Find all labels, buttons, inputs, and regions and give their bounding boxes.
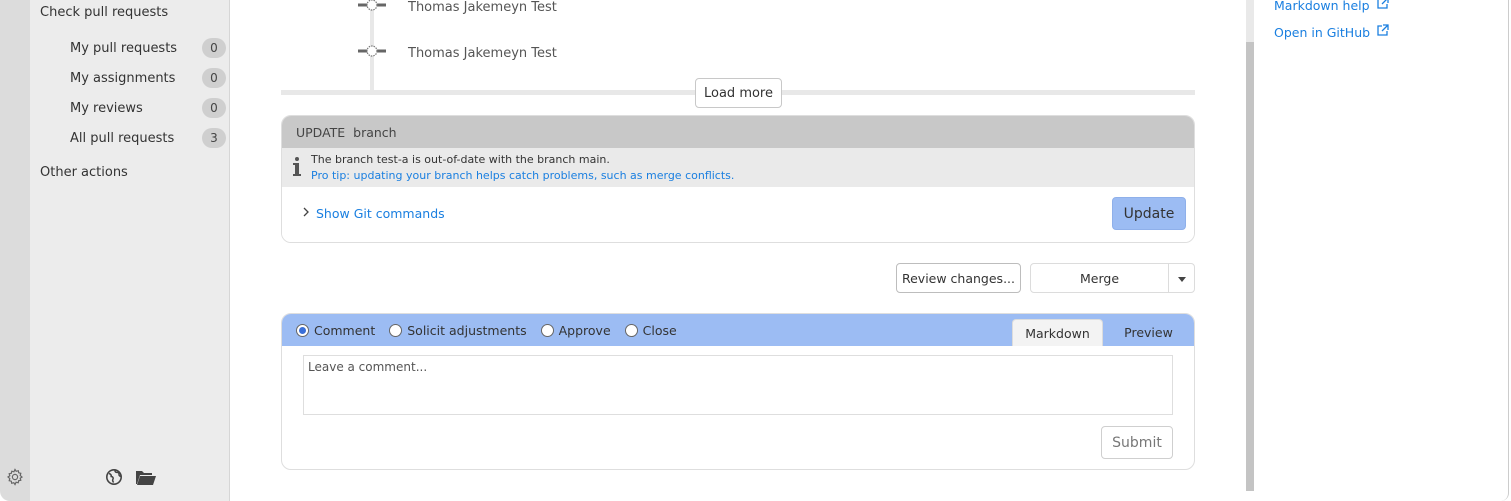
radio-button[interactable] [296, 323, 309, 337]
count-badge: 0 [202, 68, 226, 88]
info-icon [292, 156, 302, 178]
show-git-commands-label: Show Git commands [316, 206, 445, 221]
main-scrollbar[interactable] [1246, 0, 1254, 491]
radio-comment[interactable]: Comment [296, 323, 375, 338]
load-more-button[interactable]: Load more [695, 78, 782, 108]
update-branch-title-text: UPDATE branch [296, 124, 397, 140]
commit-item[interactable]: Thomas Jakemeyn Test [358, 42, 557, 64]
check-pull-requests-heading[interactable]: Check pull requests [40, 5, 168, 20]
radio-button[interactable] [389, 323, 403, 337]
sidebar-item-label: My pull requests [70, 40, 178, 56]
radio-label: Solicit adjustments [407, 322, 527, 338]
open-in-github-link[interactable]: Open in GitHub [1274, 24, 1389, 41]
external-link-icon [1376, 24, 1389, 41]
count-badge: 0 [202, 98, 226, 118]
update-branch-body: Show Git commands Update [282, 187, 1194, 242]
settings-icon[interactable] [6, 468, 24, 486]
sidebar: Check pull requests My pull requests 0 M… [30, 0, 230, 501]
radio-close[interactable]: Close [624, 322, 677, 338]
radio-label: Comment [314, 322, 376, 338]
tab-markdown[interactable]: Markdown [1012, 319, 1103, 346]
review-type-radios: Comment Solicit adjustments Approve Clos… [296, 314, 691, 346]
external-link-icon [1376, 0, 1389, 14]
radio-button[interactable] [624, 323, 638, 337]
pro-tip-link[interactable]: Pro tip: updating your branch helps catc… [311, 169, 734, 182]
update-branch-card: UPDATE branch The branch test-a is out-o… [281, 115, 1195, 243]
link-label: Markdown help [1274, 0, 1370, 13]
sidebar-item-my-pull-requests[interactable]: My pull requests 0 [70, 36, 226, 60]
update-button[interactable]: Update [1112, 197, 1186, 230]
commit-label: Thomas Jakemeyn Test [408, 0, 557, 15]
count-badge: 3 [202, 128, 226, 148]
comment-header: Comment Solicit adjustments Approve Clos… [282, 314, 1194, 346]
sidebar-item-my-assignments[interactable]: My assignments 0 [70, 66, 226, 90]
radio-approve[interactable]: Approve [540, 322, 611, 338]
radio-solicit-adjustments[interactable]: Solicit adjustments [389, 322, 527, 338]
review-changes-button[interactable]: Review changes... [896, 263, 1021, 293]
link-label: Open in GitHub [1274, 25, 1371, 40]
update-branch-title: UPDATE branch [282, 116, 1194, 148]
main-content: Thomas Jakemeyn Test Thomas Jakemeyn Tes… [230, 0, 1245, 501]
sidebar-item-label: My assignments [70, 70, 176, 86]
other-actions-heading[interactable]: Other actions [40, 165, 128, 180]
markdown-help-link[interactable]: Markdown help [1274, 0, 1389, 14]
sidebar-item-my-reviews[interactable]: My reviews 0 [70, 96, 226, 120]
update-branch-info: The branch test-a is out-of-date with th… [282, 148, 1194, 187]
commit-item[interactable]: Thomas Jakemeyn Test [358, 0, 557, 18]
commit-icon [358, 0, 386, 18]
radio-button[interactable] [540, 323, 554, 337]
merge-options-dropdown[interactable] [1168, 264, 1194, 292]
comment-card: Comment Solicit adjustments Approve Clos… [281, 313, 1195, 470]
folder-icon[interactable] [134, 467, 158, 487]
submit-button[interactable]: Submit [1101, 426, 1173, 459]
chevron-right-icon [302, 206, 310, 221]
show-git-commands-toggle[interactable]: Show Git commands [302, 206, 445, 221]
comment-input[interactable] [303, 355, 1173, 415]
tab-preview[interactable]: Preview [1103, 319, 1194, 346]
sidebar-item-label: All pull requests [70, 130, 175, 146]
count-badge: 0 [202, 38, 226, 58]
sidebar-item-label: My reviews [70, 100, 143, 116]
scrollbar-thumb[interactable] [1246, 42, 1254, 491]
sidebar-item-all-pull-requests[interactable]: All pull requests 3 [70, 126, 226, 150]
globe-icon[interactable] [104, 467, 124, 487]
caret-down-icon [1177, 271, 1186, 286]
commit-label: Thomas Jakemeyn Test [408, 45, 557, 61]
editor-tabs: Markdown Preview [1012, 319, 1194, 346]
commit-icon [358, 42, 386, 64]
activity-bar [0, 0, 30, 501]
merge-button-group: Merge [1030, 263, 1195, 293]
radio-label: Close [642, 322, 677, 338]
out-of-date-message: The branch test-a is out-of-date with th… [311, 153, 610, 166]
merge-button[interactable]: Merge [1031, 264, 1168, 292]
radio-label: Approve [558, 322, 611, 338]
right-panel: Markdown help Open in GitHub [1254, 0, 1509, 501]
